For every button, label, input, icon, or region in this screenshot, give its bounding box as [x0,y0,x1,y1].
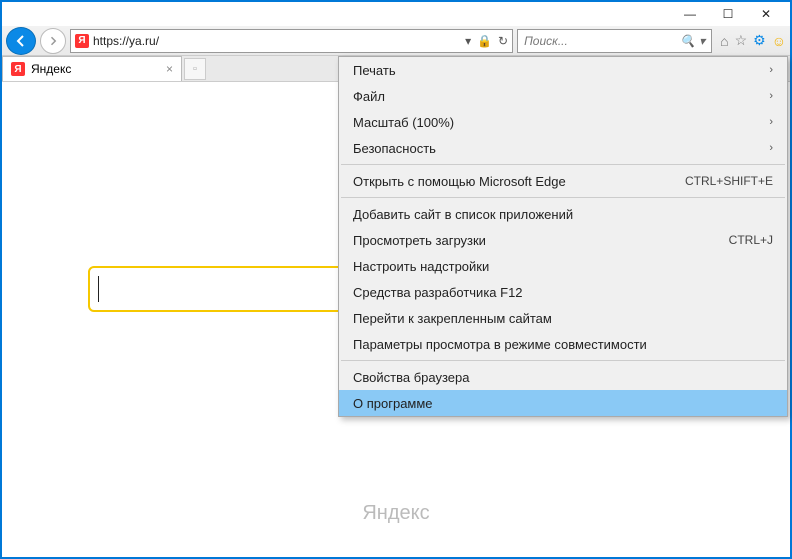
back-button[interactable] [6,27,36,55]
chevron-right-icon: › [769,142,773,154]
feedback-icon[interactable]: ☺ [772,33,786,49]
menu-item-label: Средства разработчика F12 [353,285,773,300]
menu-item-safety[interactable]: Безопасность › [339,135,787,161]
yandex-logo-text: Яндекс [4,502,788,525]
menu-item-label: Масштаб (100%) [353,115,769,130]
menu-item-label: Свойства браузера [353,370,773,385]
menu-item-label: Открыть с помощью Microsoft Edge [353,174,685,189]
tab-close-button[interactable]: × [166,62,173,76]
url-text: https://ya.ru/ [93,34,461,48]
toolbar-icons: ⌂ ☆ ⚙ ☺ [716,32,786,49]
minimize-button[interactable]: — [672,4,708,24]
new-tab-button[interactable]: ▫ [184,58,206,80]
menu-item-label: Настроить надстройки [353,259,773,274]
menu-item-zoom[interactable]: Масштаб (100%) › [339,109,787,135]
window-titlebar: — ☐ ✕ [2,2,790,26]
menu-separator [341,197,785,198]
browser-toolbar: Я https://ya.ru/ ▾ 🔒 ↻ Поиск... 🔍 ▾ ⌂ ☆ … [2,26,790,56]
menu-item-add-site[interactable]: Добавить сайт в список приложений [339,201,787,227]
address-dropdown-icon[interactable]: ▾ [465,34,471,48]
search-icon[interactable]: 🔍 [680,34,695,48]
menu-item-shortcut: CTRL+J [729,233,773,247]
browser-tab[interactable]: Я Яндекс × [2,56,182,81]
search-bar[interactable]: Поиск... 🔍 ▾ [517,29,712,53]
menu-item-pinned-sites[interactable]: Перейти к закрепленным сайтам [339,305,787,331]
menu-item-print[interactable]: Печать › [339,57,787,83]
menu-item-label: Файл [353,89,769,104]
gear-icon[interactable]: ⚙ [753,32,766,49]
menu-item-label: Перейти к закрепленным сайтам [353,311,773,326]
site-favicon-icon: Я [75,34,89,48]
menu-item-f12[interactable]: Средства разработчика F12 [339,279,787,305]
menu-item-label: Параметры просмотра в режиме совместимос… [353,337,773,352]
forward-button[interactable] [40,28,66,54]
close-window-button[interactable]: ✕ [748,4,784,24]
menu-item-downloads[interactable]: Просмотреть загрузки CTRL+J [339,227,787,253]
menu-item-open-edge[interactable]: Открыть с помощью Microsoft Edge CTRL+SH… [339,168,787,194]
menu-item-addons[interactable]: Настроить надстройки [339,253,787,279]
menu-separator [341,164,785,165]
search-placeholder: Поиск... [524,34,676,48]
search-dropdown-icon[interactable]: ▾ [699,34,705,48]
tab-favicon-icon: Я [11,62,25,76]
menu-item-compat-view[interactable]: Параметры просмотра в режиме совместимос… [339,331,787,357]
home-icon[interactable]: ⌂ [720,33,728,49]
menu-item-internet-options[interactable]: Свойства браузера [339,364,787,390]
tab-title: Яндекс [31,62,71,76]
menu-item-label: Добавить сайт в список приложений [353,207,773,222]
text-caret [98,276,99,302]
menu-item-label: Печать [353,63,769,78]
menu-separator [341,360,785,361]
menu-item-file[interactable]: Файл › [339,83,787,109]
chevron-right-icon: › [769,116,773,128]
menu-item-label: Просмотреть загрузки [353,233,729,248]
address-bar[interactable]: Я https://ya.ru/ ▾ 🔒 ↻ [70,29,513,53]
chevron-right-icon: › [769,90,773,102]
refresh-button[interactable]: ↻ [498,34,508,48]
maximize-button[interactable]: ☐ [710,4,746,24]
favorites-icon[interactable]: ☆ [735,32,748,49]
menu-item-label: Безопасность [353,141,769,156]
menu-item-shortcut: CTRL+SHIFT+E [685,174,773,188]
tools-menu: Печать › Файл › Масштаб (100%) › Безопас… [338,56,788,417]
lock-icon: 🔒 [477,34,492,48]
chevron-right-icon: › [769,64,773,76]
menu-item-about[interactable]: О программе [339,390,787,416]
menu-item-label: О программе [353,396,773,411]
